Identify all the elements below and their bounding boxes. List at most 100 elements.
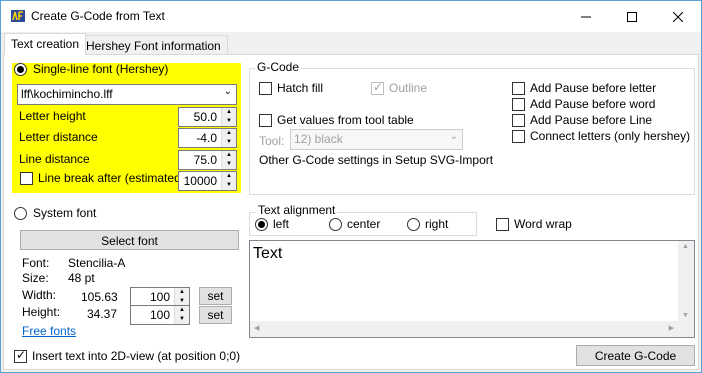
word-wrap-checkbox[interactable] bbox=[496, 218, 509, 231]
height-value: 34.37 bbox=[87, 307, 118, 321]
gcode-group-title: G-Code bbox=[255, 60, 302, 74]
size-value: 48 pt bbox=[68, 271, 95, 285]
word-wrap-label: Word wrap bbox=[514, 217, 572, 231]
hatch-fill-checkbox[interactable] bbox=[259, 82, 272, 95]
spin-down-icon[interactable]: ▼ bbox=[222, 181, 236, 190]
free-fonts-link[interactable]: Free fonts bbox=[22, 324, 76, 338]
spin-down-icon[interactable]: ▼ bbox=[175, 315, 189, 324]
close-button[interactable] bbox=[655, 1, 701, 32]
size-label: Size: bbox=[22, 271, 49, 285]
system-font-radio[interactable] bbox=[14, 207, 27, 220]
height-percent-input[interactable]: 100 ▲ ▼ bbox=[130, 305, 190, 325]
hershey-font-radio[interactable] bbox=[14, 63, 27, 76]
chevron-down-icon: ⌄ bbox=[223, 86, 232, 97]
app-window: Create G-Code from Text Text creation He… bbox=[0, 0, 702, 373]
spin-down-icon[interactable]: ▼ bbox=[222, 138, 236, 147]
text-alignment-title: Text alignment bbox=[256, 203, 338, 217]
insert-text-checkbox[interactable]: ✓ bbox=[14, 348, 27, 363]
minimize-button[interactable] bbox=[563, 1, 609, 32]
width-label: Width: bbox=[22, 288, 57, 302]
spin-up-icon[interactable]: ▲ bbox=[175, 306, 189, 315]
height-percent-spinner[interactable]: ▲ ▼ bbox=[174, 306, 189, 324]
maximize-icon bbox=[627, 11, 637, 22]
scroll-up-icon[interactable]: ▲ bbox=[682, 243, 689, 250]
spin-up-icon[interactable]: ▲ bbox=[222, 151, 236, 160]
connect-letters-checkbox[interactable] bbox=[512, 130, 525, 143]
window-title: Create G-Code from Text bbox=[31, 9, 165, 23]
hatch-fill-label: Hatch fill bbox=[277, 81, 324, 95]
letter-distance-spinner[interactable]: ▲ ▼ bbox=[221, 129, 236, 147]
line-break-checkbox[interactable] bbox=[20, 172, 33, 185]
maximize-button[interactable] bbox=[609, 1, 655, 32]
width-percent-spinner[interactable]: ▲ ▼ bbox=[174, 288, 189, 306]
vertical-scrollbar[interactable]: ▲ ▼ bbox=[678, 241, 694, 321]
tool-label: Tool: bbox=[259, 134, 285, 148]
pause-word-checkbox[interactable] bbox=[512, 98, 525, 111]
outline-checkbox[interactable]: ✓ bbox=[371, 80, 384, 95]
checkmark-icon: ✓ bbox=[16, 348, 27, 362]
line-distance-spinner[interactable]: ▲ ▼ bbox=[221, 151, 236, 169]
checkmark-icon: ✓ bbox=[373, 80, 384, 94]
align-left-radio[interactable] bbox=[255, 218, 268, 231]
outline-label: Outline bbox=[389, 81, 428, 95]
align-right-label: right bbox=[425, 217, 449, 231]
font-value: Stencilia-A bbox=[68, 256, 126, 270]
tool-value: 12) black bbox=[294, 132, 343, 146]
set-height-button[interactable]: set bbox=[199, 306, 232, 324]
line-distance-input[interactable]: 75.0 ▲ ▼ bbox=[178, 150, 237, 170]
horizontal-scrollbar[interactable]: ◀ ▶ bbox=[250, 321, 678, 337]
hershey-font-label: Single-line font (Hershey) bbox=[33, 62, 169, 76]
align-right-radio[interactable] bbox=[407, 218, 420, 231]
line-break-value: 10000 bbox=[183, 174, 217, 188]
pause-line-label: Add Pause before Line bbox=[530, 113, 653, 127]
text-creation-panel: Single-line font (Hershey) lff\kochiminc… bbox=[3, 54, 699, 370]
spin-down-icon[interactable]: ▼ bbox=[222, 117, 236, 126]
scrollbar-corner bbox=[678, 321, 694, 337]
close-icon bbox=[673, 11, 683, 22]
align-left-label: left bbox=[273, 217, 290, 231]
line-break-spinner[interactable]: ▲ ▼ bbox=[221, 172, 236, 190]
spin-up-icon[interactable]: ▲ bbox=[222, 172, 236, 181]
letter-distance-value: -4.0 bbox=[196, 131, 217, 145]
height-percent-value: 100 bbox=[149, 308, 170, 322]
line-break-label: Line break after (estimated) bbox=[38, 171, 185, 185]
spin-up-icon[interactable]: ▲ bbox=[222, 108, 236, 117]
system-font-label: System font bbox=[33, 206, 97, 220]
select-font-button[interactable]: Select font bbox=[20, 230, 239, 250]
tool-select[interactable]: 12) black ⌄ bbox=[290, 129, 463, 150]
letter-height-spinner[interactable]: ▲ ▼ bbox=[221, 108, 236, 126]
font-label: Font: bbox=[22, 256, 50, 270]
tab-text-creation[interactable]: Text creation bbox=[4, 33, 87, 55]
other-settings-label: Other G-Code settings in Setup SVG-Impor… bbox=[259, 153, 494, 167]
tab-strip: Text creation Hershey Font information bbox=[1, 33, 701, 55]
spin-up-icon[interactable]: ▲ bbox=[175, 288, 189, 297]
create-gcode-button[interactable]: Create G-Code bbox=[576, 345, 695, 366]
letter-height-label: Letter height bbox=[19, 109, 86, 123]
insert-text-label: Insert text into 2D-view (at position 0;… bbox=[32, 349, 241, 363]
get-values-checkbox[interactable] bbox=[259, 114, 272, 127]
letter-height-input[interactable]: 50.0 ▲ ▼ bbox=[178, 107, 237, 127]
text-input-area[interactable]: Text ▲ ▼ ◀ ▶ bbox=[249, 240, 695, 338]
title-bar: Create G-Code from Text bbox=[1, 1, 701, 32]
align-center-radio[interactable] bbox=[329, 218, 342, 231]
line-distance-value: 75.0 bbox=[193, 153, 217, 167]
line-break-input[interactable]: 10000 ▲ ▼ bbox=[178, 171, 237, 191]
set-width-button[interactable]: set bbox=[199, 287, 232, 305]
text-input-value: Text bbox=[253, 245, 283, 262]
width-percent-input[interactable]: 100 ▲ ▼ bbox=[130, 287, 190, 307]
width-value: 105.63 bbox=[81, 290, 118, 304]
scroll-down-icon[interactable]: ▼ bbox=[682, 312, 689, 319]
scroll-right-icon[interactable]: ▶ bbox=[669, 324, 674, 332]
spin-up-icon[interactable]: ▲ bbox=[222, 129, 236, 138]
connect-letters-label: Connect letters (only hershey) bbox=[530, 129, 691, 143]
chevron-down-icon: ⌄ bbox=[449, 131, 458, 142]
scroll-left-icon[interactable]: ◀ bbox=[254, 324, 259, 332]
pause-letter-checkbox[interactable] bbox=[512, 82, 525, 95]
width-percent-value: 100 bbox=[149, 290, 170, 304]
pause-line-checkbox[interactable] bbox=[512, 114, 525, 127]
letter-distance-input[interactable]: -4.0 ▲ ▼ bbox=[178, 128, 237, 148]
font-file-select[interactable]: lff\kochimincho.lff ⌄ bbox=[17, 84, 237, 105]
tab-hershey-font-information[interactable]: Hershey Font information bbox=[79, 35, 228, 55]
spin-down-icon[interactable]: ▼ bbox=[222, 160, 236, 169]
pause-letter-label: Add Pause before letter bbox=[530, 81, 657, 95]
